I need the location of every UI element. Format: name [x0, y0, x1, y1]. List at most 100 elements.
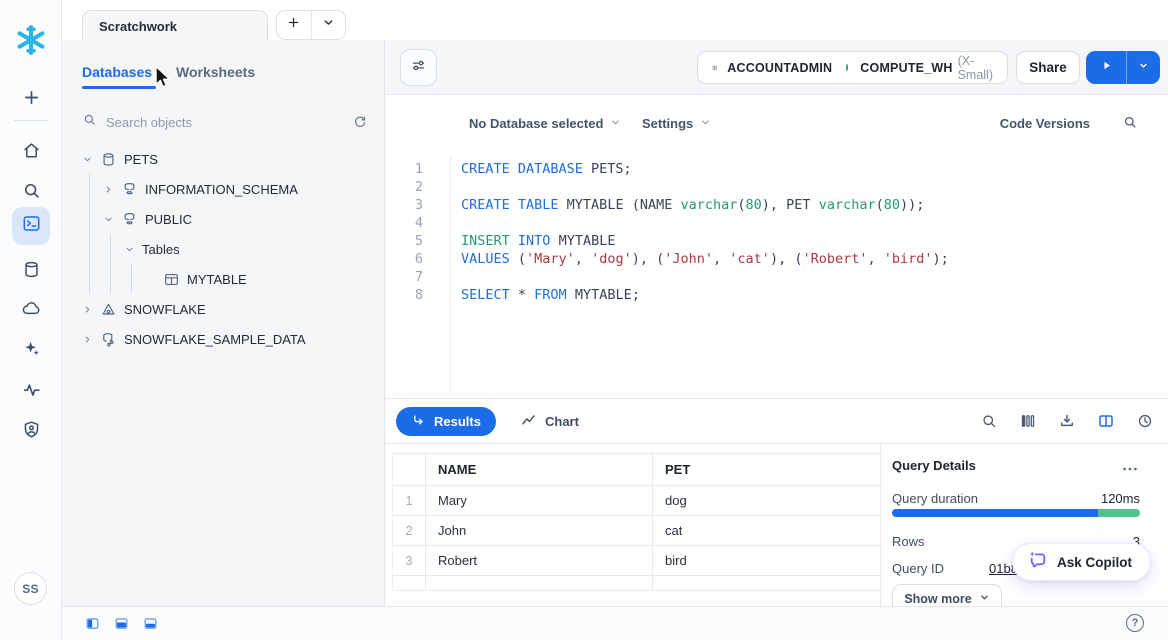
toggle-left-panel-icon[interactable]	[85, 616, 100, 631]
columns-icon[interactable]	[1019, 412, 1037, 430]
monitoring-icon	[21, 379, 42, 405]
ask-copilot-button[interactable]: Ask Copilot	[1012, 543, 1151, 581]
worksheet-tab-scratchwork[interactable]: Scratchwork	[82, 10, 268, 41]
help-button[interactable]: ?	[1126, 614, 1144, 632]
code-text: VALUES ('Mary', 'dog'), ('John', 'cat'),…	[450, 250, 949, 268]
appdb-icon	[100, 301, 117, 318]
chevron-right-icon[interactable]	[82, 301, 100, 317]
chevron-down-icon[interactable]	[124, 241, 142, 257]
tree-item-label: SNOWFLAKE_SAMPLE_DATA	[124, 332, 306, 347]
rail-item-ai-ml[interactable]	[12, 332, 50, 370]
rail-item-monitoring[interactable]	[12, 373, 50, 411]
ellipsis-menu-icon[interactable]	[1120, 459, 1140, 473]
token-pl: ), PET	[762, 197, 819, 213]
line-number: 8	[385, 286, 450, 304]
code-versions-button[interactable]: Code Versions	[1000, 116, 1090, 131]
column-header-name[interactable]: NAME	[426, 454, 653, 485]
schema-icon	[121, 181, 138, 198]
tab-list-dropdown[interactable]	[311, 11, 346, 39]
tab-databases[interactable]: Databases	[82, 64, 152, 80]
run-button[interactable]	[1086, 51, 1126, 84]
rail-item-new[interactable]	[12, 81, 50, 119]
rail-item-projects[interactable]	[12, 207, 50, 245]
tree-item-label: MYTABLE	[187, 272, 247, 287]
share-button[interactable]: Share	[1016, 51, 1080, 84]
filters-button[interactable]	[400, 49, 437, 86]
warehouse-size: (X-Small)	[958, 54, 993, 82]
tree-item-pets[interactable]: PETS	[62, 144, 384, 174]
refresh-icon[interactable]	[350, 112, 370, 132]
chevron-down-icon[interactable]	[82, 151, 100, 167]
token-pl: MYTABLE	[550, 233, 615, 249]
tab-results[interactable]: Results	[396, 407, 496, 436]
editor-settings[interactable]: Settings	[642, 116, 711, 131]
token-pl: (	[876, 197, 884, 213]
tab-chart[interactable]: Chart	[512, 407, 587, 436]
token-pl	[510, 233, 518, 249]
table-cell[interactable]: cat	[653, 516, 881, 545]
chevron-right-icon[interactable]	[103, 181, 121, 197]
tree-indent-guide	[110, 234, 111, 294]
tree-item-information_schema[interactable]: INFORMATION_SCHEMA	[62, 174, 384, 204]
tab-worksheets[interactable]: Worksheets	[176, 64, 255, 80]
projects-icon	[21, 213, 42, 239]
table-cell[interactable]: Robert	[426, 546, 653, 575]
tree-item-public[interactable]: PUBLIC	[62, 204, 384, 234]
search-objects-input[interactable]	[106, 115, 350, 130]
editor-toolbar: No Database selected Settings Code Versi…	[385, 95, 1168, 153]
table-row[interactable]: 3Robertbird	[393, 546, 880, 576]
token-kw: FROM	[534, 287, 567, 303]
results-search-icon[interactable]	[980, 412, 998, 430]
tree-item-snowflake[interactable]: SNOWFLAKE	[62, 294, 384, 324]
gutter-divider	[450, 155, 451, 392]
row-number: 2	[393, 516, 426, 545]
rail-item-data[interactable]	[12, 253, 50, 291]
line-number: 3	[385, 196, 450, 214]
search-icon	[21, 180, 42, 206]
table-cell[interactable]: Mary	[426, 486, 653, 515]
table-cell[interactable]: bird	[653, 546, 881, 575]
toggle-results-panel-icon[interactable]	[143, 616, 158, 631]
query-id-label: Query ID	[892, 561, 989, 576]
sql-editor-panel: No Database selected Settings Code Versi…	[385, 95, 1168, 398]
sql-editor[interactable]: 1CREATE DATABASE PETS;23CREATE TABLE MYT…	[385, 155, 1168, 398]
download-icon[interactable]	[1058, 412, 1076, 430]
tree-item-snowflake_sample_data[interactable]: SNOWFLAKE_SAMPLE_DATA	[62, 324, 384, 354]
user-avatar[interactable]: SS	[14, 572, 47, 605]
row-number: 3	[393, 546, 426, 575]
token-kw: SELECT	[461, 287, 510, 303]
table-cell[interactable]: John	[426, 516, 653, 545]
rail-item-data-products[interactable]	[12, 292, 50, 330]
token-fn: 80	[884, 197, 900, 213]
results-body: NAMEPET1Marydog2Johncat3Robertbird Query…	[385, 444, 1168, 606]
sliders-icon	[409, 56, 428, 80]
warehouse-status-dot	[846, 64, 848, 71]
chevron-down-icon[interactable]	[103, 211, 121, 227]
context-selector[interactable]: ACCOUNTADMIN COMPUTE_WH (X-Small)	[697, 51, 1008, 84]
chevron-spacer	[145, 271, 163, 287]
rail-item-admin[interactable]	[12, 413, 50, 451]
rail-item-home[interactable]	[12, 134, 50, 172]
nav-rail: SS	[0, 0, 62, 640]
history-clock-icon[interactable]	[1136, 412, 1154, 430]
chevron-right-icon[interactable]	[82, 331, 100, 347]
column-header-pet[interactable]: PET	[653, 454, 881, 485]
token-str: 'John'	[664, 251, 713, 267]
table-row[interactable]: 1Marydog	[393, 486, 880, 516]
split-panel-icon[interactable]	[1097, 412, 1115, 430]
editor-search-icon[interactable]	[1122, 114, 1140, 132]
token-fn: varchar	[819, 197, 876, 213]
snowflake-logo-icon[interactable]	[13, 22, 49, 58]
database-selector[interactable]: No Database selected	[469, 116, 621, 131]
toggle-editor-panel-icon[interactable]	[114, 616, 129, 631]
token-pl: (	[510, 251, 526, 267]
table-cell[interactable]: dog	[653, 486, 881, 515]
line-number: 7	[385, 268, 450, 286]
show-more-button[interactable]: Show more	[892, 584, 1002, 606]
main-panel: ACCOUNTADMIN COMPUTE_WH (X-Small) Share …	[385, 40, 1168, 606]
new-tab-button[interactable]	[277, 11, 311, 39]
table-cell	[426, 576, 653, 590]
token-str: 'Robert'	[802, 251, 867, 267]
table-row[interactable]: 2Johncat	[393, 516, 880, 546]
run-options-button[interactable]	[1126, 51, 1160, 84]
